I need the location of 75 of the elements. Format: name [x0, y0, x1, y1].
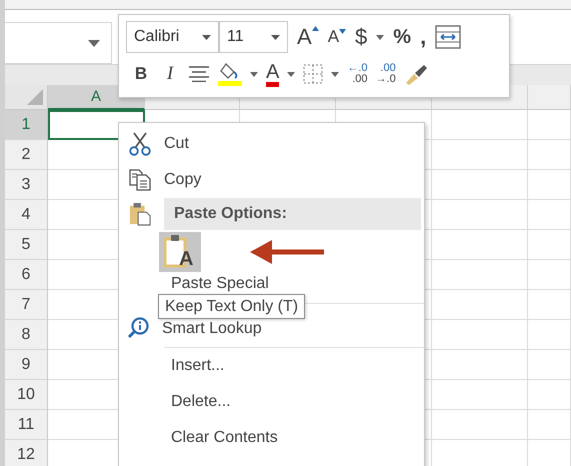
- dropdown-caret-icon[interactable]: [88, 40, 100, 47]
- menu-item[interactable]: Delete...: [119, 384, 424, 420]
- row-header[interactable]: 2: [5, 140, 48, 170]
- row-header[interactable]: 6: [5, 260, 48, 290]
- align-center-icon[interactable]: [188, 66, 210, 82]
- paste-options-header: Paste Options:: [164, 198, 421, 230]
- row-header[interactable]: 7: [5, 290, 48, 320]
- grid-cell[interactable]: [528, 110, 571, 140]
- grid-cell[interactable]: [432, 350, 528, 380]
- decrease-decimal-button[interactable]: .00 →.0: [376, 63, 396, 85]
- grid-cell[interactable]: [432, 170, 528, 200]
- grid-cell[interactable]: [432, 110, 528, 140]
- select-all-corner[interactable]: [5, 85, 48, 110]
- italic-button[interactable]: I: [160, 63, 180, 85]
- scissors-icon: [129, 132, 151, 156]
- menu-item[interactable]: Clear Contents: [119, 420, 424, 456]
- copy-icon: [129, 169, 151, 191]
- caret-icon[interactable]: [376, 34, 384, 40]
- select-all-icon[interactable]: [27, 89, 43, 105]
- row-header[interactable]: 1: [5, 110, 48, 140]
- grid-cell[interactable]: [528, 380, 571, 410]
- grid-cell[interactable]: [432, 140, 528, 170]
- grid-cell[interactable]: [432, 410, 528, 440]
- font-combo[interactable]: Calibri: [126, 21, 219, 53]
- grid-cell[interactable]: [432, 230, 528, 260]
- caret-icon[interactable]: [287, 72, 296, 76]
- grid-cell[interactable]: [528, 230, 571, 260]
- menu-item[interactable]: Cut: [119, 126, 424, 162]
- row-header[interactable]: 4: [5, 200, 48, 230]
- grid-cell[interactable]: [528, 410, 571, 440]
- grid-cell[interactable]: [528, 260, 571, 290]
- font-color-button[interactable]: A: [266, 62, 280, 86]
- row-header[interactable]: 11: [5, 410, 48, 440]
- caret-icon[interactable]: [271, 34, 280, 40]
- grid-cell[interactable]: [432, 320, 528, 350]
- grid-cell[interactable]: [528, 170, 571, 200]
- row-header[interactable]: 10: [5, 380, 48, 410]
- menu-item[interactable]: Copy: [119, 162, 424, 198]
- caret-icon[interactable]: [331, 72, 340, 76]
- paintbrush-icon[interactable]: [404, 63, 430, 85]
- paste-icon: [129, 201, 151, 227]
- grid-cell[interactable]: [528, 290, 571, 320]
- grow-font-button[interactable]: A: [297, 24, 319, 50]
- row-header[interactable]: 5: [5, 230, 48, 260]
- row-header[interactable]: 3: [5, 170, 48, 200]
- comma-button[interactable]: ,: [420, 24, 426, 50]
- grid-cell[interactable]: [432, 290, 528, 320]
- column-header[interactable]: [528, 85, 571, 110]
- grid-cell[interactable]: [432, 380, 528, 410]
- grid-cell[interactable]: [432, 260, 528, 290]
- search-icon: [127, 317, 149, 339]
- grid-cell[interactable]: [432, 200, 528, 230]
- font-size-combo[interactable]: 11: [219, 21, 288, 53]
- menu-item[interactable]: Insert...: [119, 348, 424, 384]
- caret-icon[interactable]: [250, 72, 258, 76]
- increase-decimal-button[interactable]: ←.0 .00: [347, 63, 368, 85]
- percent-button[interactable]: %: [393, 26, 412, 48]
- keep-text-only-button[interactable]: A: [159, 232, 201, 272]
- grid-cell[interactable]: [528, 350, 571, 380]
- row-header[interactable]: 9: [5, 350, 48, 380]
- currency-button[interactable]: $: [355, 24, 368, 50]
- tooltip: Keep Text Only (T): [158, 294, 306, 319]
- grid-cell[interactable]: [528, 320, 571, 350]
- grid-cell[interactable]: [528, 200, 571, 230]
- row-header[interactable]: 8: [5, 320, 48, 350]
- bold-button[interactable]: B: [130, 64, 152, 84]
- fill-color-icon[interactable]: [218, 62, 242, 86]
- shrink-font-button[interactable]: A: [328, 27, 346, 47]
- row-header[interactable]: 12: [5, 440, 48, 466]
- borders-icon[interactable]: [303, 64, 324, 84]
- wrap-text-icon[interactable]: [435, 25, 462, 49]
- up-triangle-icon: [312, 26, 319, 31]
- caret-icon[interactable]: [202, 34, 211, 40]
- grid-cell[interactable]: [528, 140, 571, 170]
- down-triangle-icon: [339, 29, 346, 34]
